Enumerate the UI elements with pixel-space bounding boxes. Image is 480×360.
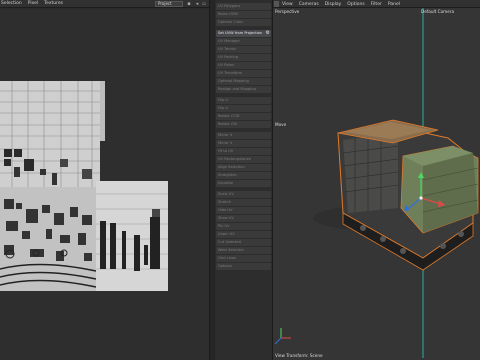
cmd-realign-mapping[interactable]: Realign and Mapping — [216, 86, 271, 93]
cmd-grid-lines[interactable]: Grid Lines — [216, 255, 271, 262]
expand-icon[interactable]: ◂ — [194, 1, 200, 7]
lock-icon[interactable]: ▪ — [186, 1, 192, 7]
uv-island-lower-left[interactable] — [0, 187, 97, 291]
axis-indicator — [274, 328, 291, 345]
cmd-uv-packing[interactable]: UV Packing — [216, 54, 271, 61]
project-dropdown[interactable]: Project — [155, 1, 183, 7]
uv-island-lower-right[interactable] — [96, 181, 168, 291]
viewport-view-name: Perspective — [275, 9, 300, 14]
menu-selection[interactable]: Selection — [1, 1, 22, 6]
cmd-show-uv[interactable]: Show UV — [216, 215, 271, 222]
cmd-weld-selected[interactable]: Weld Selected — [216, 247, 271, 254]
viewport-camera-name[interactable]: Default Camera — [421, 9, 454, 14]
viewport-menu-icon[interactable] — [274, 1, 279, 7]
3d-viewport[interactable]: Perspective Default Camera Move View Tra… — [273, 8, 480, 360]
viewport-status: View Transform: Scene — [275, 353, 323, 358]
menu-view[interactable]: View — [282, 2, 293, 7]
cmd-stretch[interactable]: Stretch — [216, 199, 271, 206]
cmd-flip-v[interactable]: Flip V — [216, 105, 271, 112]
cmd-scale-uv[interactable]: Scale UV — [216, 191, 271, 198]
grid-icon[interactable]: ▫ — [201, 1, 207, 7]
cmd-mirror-v[interactable]: Mirror V — [216, 140, 271, 147]
cmd-uv-relax[interactable]: UV Relax — [216, 62, 271, 69]
viewport-scene[interactable] — [273, 8, 480, 360]
cmd-rotate-cw[interactable]: Rotate CW — [216, 121, 271, 128]
cmd-rotate-ccw[interactable]: Rotate CCW — [216, 113, 271, 120]
cmd-straighten[interactable]: Straighten — [216, 172, 271, 179]
vehicle-model[interactable] — [337, 119, 479, 271]
menu-pixel[interactable]: Pixel — [28, 1, 38, 6]
cmd-options[interactable]: Options — [216, 263, 271, 270]
gear-icon[interactable]: ⚙ — [266, 30, 270, 37]
cmd-mirror-u[interactable]: Mirror U — [216, 132, 271, 139]
uv-island-upper[interactable] — [0, 81, 105, 187]
menu-cameras[interactable]: Cameras — [299, 2, 319, 7]
menu-textures[interactable]: Textures — [44, 1, 63, 6]
menu-filter[interactable]: Filter — [371, 2, 382, 7]
cmd-align-selection[interactable]: Align Selection — [216, 164, 271, 171]
cmd-uv-polygons[interactable]: UV Polygons — [216, 3, 271, 10]
cmd-flip-u[interactable]: Flip U — [216, 97, 271, 104]
viewport-menu: View Cameras Display Options Filter Pane… — [282, 0, 400, 8]
cmd-uv-transform[interactable]: UV Transform — [216, 70, 271, 77]
menu-options[interactable]: Options — [347, 2, 364, 7]
cmd-fit-to-uv[interactable]: Fit to UV — [216, 148, 271, 155]
cmd-set-uvw-from-projection[interactable]: Set UVW from Projection — [216, 30, 271, 37]
cmd-optimal-cubic[interactable]: Optimal Cubic — [216, 19, 271, 26]
cmd-equalize[interactable]: Equalize — [216, 180, 271, 187]
cmd-pin-uv[interactable]: Pin UV — [216, 223, 271, 230]
cmd-hide-uv[interactable]: Hide UV — [216, 207, 271, 214]
cmd-uv-manager[interactable]: UV Manager — [216, 38, 271, 45]
app-window: Selection Pixel Textures Project ▪ ◂ ▫ V… — [0, 0, 480, 360]
cmd-uv-rectangularize[interactable]: UV Rectangularize — [216, 156, 271, 163]
cmd-relax-uvw[interactable]: Relax UVW — [216, 11, 271, 18]
uv-commands-panel: UV Polygons Relax UVW Optimal Cubic Set … — [214, 0, 273, 360]
cmd-uv-terrain[interactable]: UV Terrain — [216, 46, 271, 53]
viewport-tool-label: Move — [275, 122, 287, 127]
uv-editor[interactable] — [0, 9, 209, 360]
cmd-optimal-mapping[interactable]: Optimal Mapping — [216, 78, 271, 85]
cmd-cut-selected[interactable]: Cut Selected — [216, 239, 271, 246]
menu-panel[interactable]: Panel — [388, 2, 400, 7]
menu-display[interactable]: Display — [325, 2, 342, 7]
uv-layout[interactable] — [0, 9, 209, 360]
cmd-unpin-uv[interactable]: Unpin UV — [216, 231, 271, 238]
